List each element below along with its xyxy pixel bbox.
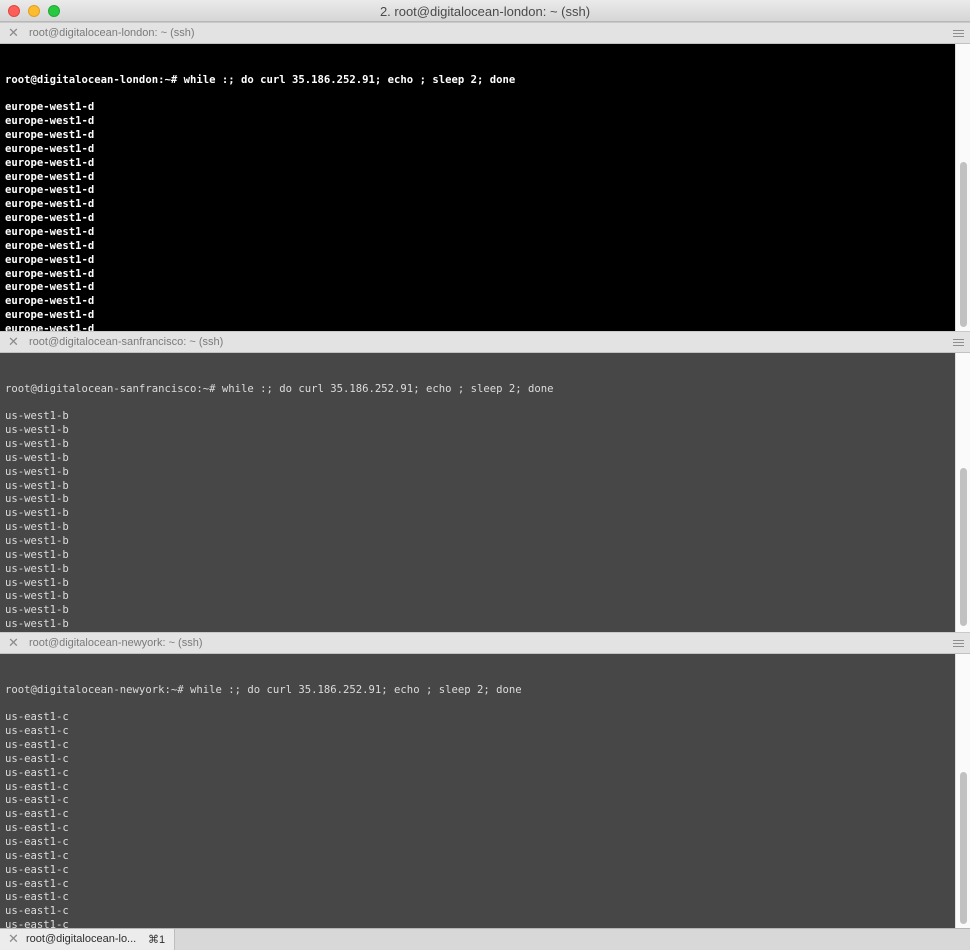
output-line: us-west1-b xyxy=(5,479,69,492)
output-line: europe-west1-d xyxy=(5,225,95,238)
terminal-pane-newyork[interactable]: root@digitalocean-newyork:~# while :; do… xyxy=(0,654,955,928)
command-line: root@digitalocean-newyork:~# while :; do… xyxy=(5,683,522,696)
close-icon[interactable]: ✕ xyxy=(8,635,19,651)
window-titlebar: 2. root@digitalocean-london: ~ (ssh) xyxy=(0,0,970,22)
close-icon[interactable]: ✕ xyxy=(8,334,19,350)
command-line: root@digitalocean-sanfrancisco:~# while … xyxy=(5,382,554,395)
output-line: us-west1-b xyxy=(5,493,69,506)
output-line: europe-west1-d xyxy=(5,101,95,114)
output-line: us-east1-c xyxy=(5,891,69,904)
output-line: europe-west1-d xyxy=(5,267,95,280)
output-line: europe-west1-d xyxy=(5,170,95,183)
output-line: us-east1-c xyxy=(5,752,69,765)
close-icon[interactable]: ✕ xyxy=(8,931,19,947)
output-line: europe-west1-d xyxy=(5,198,95,211)
pane-header-london[interactable]: ✕ root@digitalocean-london: ~ (ssh) xyxy=(0,22,970,44)
output-line: us-east1-c xyxy=(5,766,69,779)
output-line: us-west1-b xyxy=(5,548,69,561)
pane-title: root@digitalocean-london: ~ (ssh) xyxy=(29,27,195,39)
scrollbar-thumb[interactable] xyxy=(960,162,967,327)
terminal-pane-sanfrancisco[interactable]: root@digitalocean-sanfrancisco:~# while … xyxy=(0,353,955,632)
command-line: root@digitalocean-london:~# while :; do … xyxy=(5,73,516,86)
output-line: europe-west1-d xyxy=(5,129,95,142)
close-icon[interactable]: ✕ xyxy=(8,25,19,41)
output-line: us-west1-b xyxy=(5,438,69,451)
output-line: us-east1-c xyxy=(5,794,69,807)
tab-title: root@digitalocean-lo... xyxy=(26,933,137,945)
output-line: us-east1-c xyxy=(5,905,69,918)
output-line: us-west1-b xyxy=(5,604,69,617)
output-line: us-west1-b xyxy=(5,618,69,631)
output-line: us-west1-b xyxy=(5,424,69,437)
output-line: europe-west1-d xyxy=(5,322,95,331)
hamburger-menu-icon[interactable] xyxy=(953,30,964,37)
output-line: europe-west1-d xyxy=(5,239,95,252)
output-line: us-east1-c xyxy=(5,863,69,876)
output-line: us-west1-b xyxy=(5,507,69,520)
tab-bar: ✕ root@digitalocean-lo... ⌘1 xyxy=(0,928,970,950)
output-line: us-east1-c xyxy=(5,919,69,928)
output-line: us-west1-b xyxy=(5,534,69,547)
output-line: europe-west1-d xyxy=(5,184,95,197)
scrollbar-thumb[interactable] xyxy=(960,468,967,626)
output-line: us-west1-b xyxy=(5,576,69,589)
output-line: us-east1-c xyxy=(5,822,69,835)
output-line: us-east1-c xyxy=(5,877,69,890)
output-line: us-east1-c xyxy=(5,835,69,848)
hamburger-menu-icon[interactable] xyxy=(953,339,964,346)
output-line: us-west1-b xyxy=(5,451,69,464)
scrollbar-london[interactable] xyxy=(955,44,970,331)
scrollbar-sanfrancisco[interactable] xyxy=(955,353,970,632)
output-line: europe-west1-d xyxy=(5,115,95,128)
output-line: us-east1-c xyxy=(5,849,69,862)
output-line: europe-west1-d xyxy=(5,156,95,169)
pane-header-sanfrancisco[interactable]: ✕ root@digitalocean-sanfrancisco: ~ (ssh… xyxy=(0,331,970,353)
scrollbar-thumb[interactable] xyxy=(960,772,967,924)
terminal-pane-london[interactable]: root@digitalocean-london:~# while :; do … xyxy=(0,44,955,331)
output-line: us-west1-b xyxy=(5,590,69,603)
pane-title: root@digitalocean-newyork: ~ (ssh) xyxy=(29,637,203,649)
output-line: us-west1-b xyxy=(5,562,69,575)
tab-london[interactable]: ✕ root@digitalocean-lo... ⌘1 xyxy=(0,929,175,950)
scrollbar-newyork[interactable] xyxy=(955,654,970,928)
output-line: europe-west1-d xyxy=(5,281,95,294)
pane-title: root@digitalocean-sanfrancisco: ~ (ssh) xyxy=(29,336,224,348)
window-title: 2. root@digitalocean-london: ~ (ssh) xyxy=(379,4,591,19)
output-line: europe-west1-d xyxy=(5,253,95,266)
output-line: europe-west1-d xyxy=(5,309,95,322)
output-line: us-east1-c xyxy=(5,711,69,724)
hamburger-menu-icon[interactable] xyxy=(953,640,964,647)
output-line: europe-west1-d xyxy=(5,142,95,155)
output-line: europe-west1-d xyxy=(5,295,95,308)
output-line: us-east1-c xyxy=(5,808,69,821)
output-line: us-east1-c xyxy=(5,780,69,793)
tab-shortcut: ⌘1 xyxy=(148,934,166,946)
output-line: us-east1-c xyxy=(5,725,69,738)
output-line: us-west1-b xyxy=(5,465,69,478)
output-line: us-east1-c xyxy=(5,739,69,752)
output-line: us-west1-b xyxy=(5,410,69,423)
pane-header-newyork[interactable]: ✕ root@digitalocean-newyork: ~ (ssh) xyxy=(0,632,970,654)
output-line: us-west1-b xyxy=(5,521,69,534)
output-line: europe-west1-d xyxy=(5,212,95,225)
